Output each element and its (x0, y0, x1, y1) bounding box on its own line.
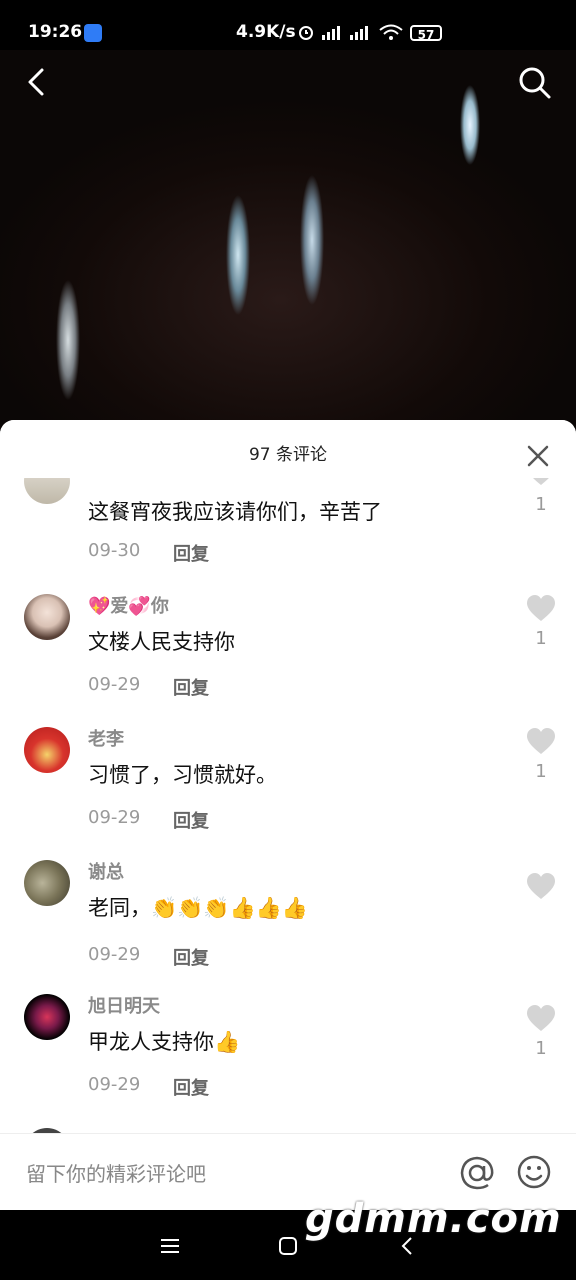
avatar[interactable] (24, 727, 70, 773)
heart-icon[interactable] (526, 594, 556, 624)
comment-count-title: 97 条评论 (248, 445, 328, 465)
like-count: 1 (535, 761, 547, 782)
smiley-icon[interactable] (516, 1154, 552, 1190)
comment-item: 老李 习惯了，习惯就好。 09-29 回复 1 (0, 727, 576, 861)
reply-button[interactable]: 回复 (173, 674, 209, 700)
video-player[interactable] (0, 50, 576, 430)
comment-item: 这餐宵夜我应该请你们，辛苦了 09-30 回复 1 (0, 458, 576, 606)
comment-username[interactable]: 💖爱💞你 (88, 592, 169, 618)
menu-icon[interactable] (158, 1234, 182, 1258)
comment-username[interactable]: 旭日明天 (88, 992, 160, 1018)
comment-date: 09-29 (88, 1074, 141, 1095)
network-speed: 4.9K/s (236, 22, 296, 42)
comment-text: 老同，👏👏👏👍👍👍 (88, 896, 308, 920)
comment-username[interactable]: 老李 (88, 725, 124, 751)
comment-text: 甲龙人支持你👍 (88, 1030, 241, 1054)
comments-panel: 这餐宵夜我应该请你们，辛苦了 09-30 回复 1 💖爱💞你 文楼人民支持你 0… (0, 420, 576, 1210)
avatar[interactable] (24, 860, 70, 906)
reply-button[interactable]: 回复 (173, 944, 209, 970)
battery-level: 57 (410, 25, 442, 42)
at-sign-icon[interactable] (458, 1154, 496, 1192)
heart-icon[interactable] (526, 872, 556, 902)
signal-1-icon (322, 26, 340, 40)
like-count: 1 (535, 494, 547, 515)
like-count: 1 (535, 1038, 547, 1059)
comment-text: 文楼人民支持你 (88, 630, 235, 654)
home-icon[interactable] (276, 1234, 300, 1258)
comments-header: 97 条评论 (0, 420, 576, 478)
watermark: gdmm.com (305, 1196, 562, 1242)
signal-2-icon (350, 26, 368, 40)
comment-date: 09-30 (88, 540, 141, 561)
comment-date: 09-29 (88, 674, 141, 695)
search-icon[interactable] (514, 62, 554, 102)
comment-username[interactable]: 谢总 (88, 858, 124, 884)
comment-text: 这餐宵夜我应该请你们，辛苦了 (88, 500, 382, 524)
status-bar: 19:26 4.9K/s 57 (0, 0, 576, 50)
alarm-icon (299, 26, 313, 40)
comment-list[interactable]: 这餐宵夜我应该请你们，辛苦了 09-30 回复 1 💖爱💞你 文楼人民支持你 0… (0, 420, 576, 1133)
heart-icon[interactable] (526, 1004, 556, 1034)
avatar[interactable] (24, 994, 70, 1040)
comment-item: 旭日明天 甲龙人支持你👍 09-29 回复 1 (0, 994, 576, 1128)
comment-date: 09-29 (88, 807, 141, 828)
comment-item: 谢总 老同，👏👏👏👍👍👍 09-29 回复 (0, 860, 576, 994)
comment-text: 习惯了，习惯就好。 (88, 763, 277, 787)
like-count: 1 (535, 628, 547, 649)
comment-input[interactable]: 留下你的精彩评论吧 (26, 1158, 206, 1187)
reply-button[interactable]: 回复 (173, 807, 209, 833)
heart-icon[interactable] (526, 727, 556, 757)
close-icon[interactable] (524, 442, 552, 470)
notification-app-icon (84, 24, 102, 42)
avatar[interactable] (24, 594, 70, 640)
comment-date: 09-29 (88, 944, 141, 965)
wifi-icon (379, 24, 403, 40)
status-time: 19:26 (28, 22, 83, 42)
comment-item: 💖爱💞你 文楼人民支持你 09-29 回复 1 (0, 594, 576, 728)
reply-button[interactable]: 回复 (173, 1074, 209, 1100)
reply-button[interactable]: 回复 (173, 540, 209, 566)
back-arrow-icon[interactable] (18, 62, 58, 102)
